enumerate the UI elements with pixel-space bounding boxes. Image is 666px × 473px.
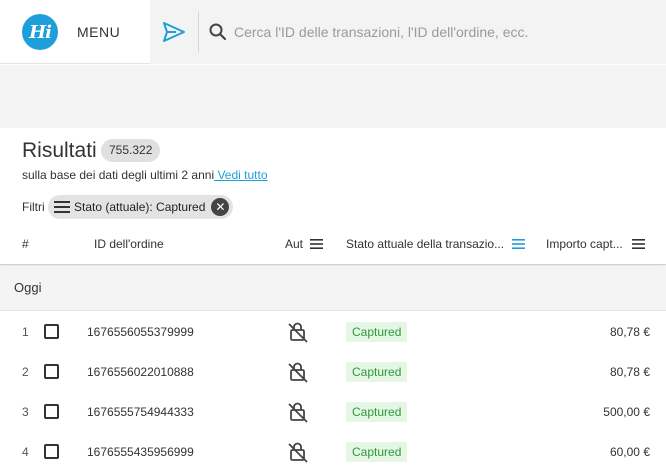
table-row[interactable]: 1 1676556055379999 Captured 80,78 € [0, 312, 666, 352]
amount: 500,00 € [603, 405, 650, 419]
amount: 80,78 € [609, 365, 650, 379]
filter-chip-status[interactable]: Stato (attuale): Captured ✕ [48, 195, 234, 219]
lock-off-icon [288, 402, 308, 423]
order-id[interactable]: 1676556055379999 [87, 325, 194, 339]
column-header-amount[interactable]: Importo capt... [546, 237, 623, 251]
column-menu-icon[interactable] [632, 239, 645, 249]
status-badge: Captured [346, 322, 408, 342]
column-menu-icon-active[interactable] [512, 239, 525, 249]
see-all-link[interactable]: Vedi tutto [214, 168, 267, 182]
filters-label: Filtri [22, 200, 45, 214]
top-bar: Hi MENU [0, 0, 666, 64]
order-id[interactable]: 1676555754944333 [87, 405, 194, 419]
send-icon[interactable] [162, 21, 186, 43]
menu-button[interactable]: MENU [77, 24, 120, 40]
row-checkbox[interactable] [44, 404, 59, 419]
status-badge: Captured [346, 362, 408, 382]
column-header-status[interactable]: Stato attuale della transazio... [346, 237, 504, 251]
row-checkbox[interactable] [44, 364, 59, 379]
menu-icon [54, 201, 70, 213]
table-row[interactable]: 3 1676555754944333 Captured 500,00 € [0, 392, 666, 432]
app-logo[interactable]: Hi [22, 14, 58, 50]
lock-off-icon [288, 322, 308, 343]
lock-off-icon [288, 362, 308, 383]
search-icon [209, 23, 227, 41]
column-header-order-id[interactable]: ID dell'ordine [94, 237, 164, 251]
amount: 60,00 € [609, 445, 650, 459]
table-row[interactable]: 4 1676555435956999 Captured 60,00 € [0, 432, 666, 472]
row-number: 2 [22, 365, 29, 379]
group-row-today[interactable]: Oggi [0, 266, 666, 311]
table-header: # ID dell'ordine Aut Stato attuale della… [0, 225, 666, 265]
column-header-num: # [22, 237, 29, 251]
group-label: Oggi [14, 280, 42, 295]
logo-text: Hi [29, 21, 52, 43]
status-badge: Captured [346, 442, 408, 462]
results-count-badge: 755.322 [101, 139, 161, 162]
search-input[interactable] [234, 18, 654, 46]
order-id[interactable]: 1676555435956999 [87, 445, 194, 459]
column-header-auth[interactable]: Aut [285, 237, 303, 251]
lock-off-icon [288, 442, 308, 463]
results-subtitle-text: sulla base dei dati degli ultimi 2 anni [22, 168, 215, 182]
column-menu-icon[interactable] [310, 239, 323, 249]
row-number: 4 [22, 445, 29, 459]
order-id[interactable]: 1676556022010888 [87, 365, 194, 379]
search-bar [150, 0, 666, 64]
gray-band [0, 65, 666, 128]
close-icon[interactable]: ✕ [211, 198, 230, 216]
results-subtitle: sulla base dei dati degli ultimi 2 anni … [22, 168, 268, 182]
search-divider [198, 12, 199, 52]
results-title: Risultati [22, 139, 97, 162]
row-checkbox[interactable] [44, 324, 59, 339]
amount: 80,78 € [609, 325, 650, 339]
row-number: 1 [22, 325, 29, 339]
table-row[interactable]: 2 1676556022010888 Captured 80,78 € [0, 352, 666, 392]
status-badge: Captured [346, 402, 408, 422]
filter-chip-label: Stato (attuale): Captured [74, 200, 206, 214]
row-checkbox[interactable] [44, 444, 59, 459]
row-number: 3 [22, 405, 29, 419]
